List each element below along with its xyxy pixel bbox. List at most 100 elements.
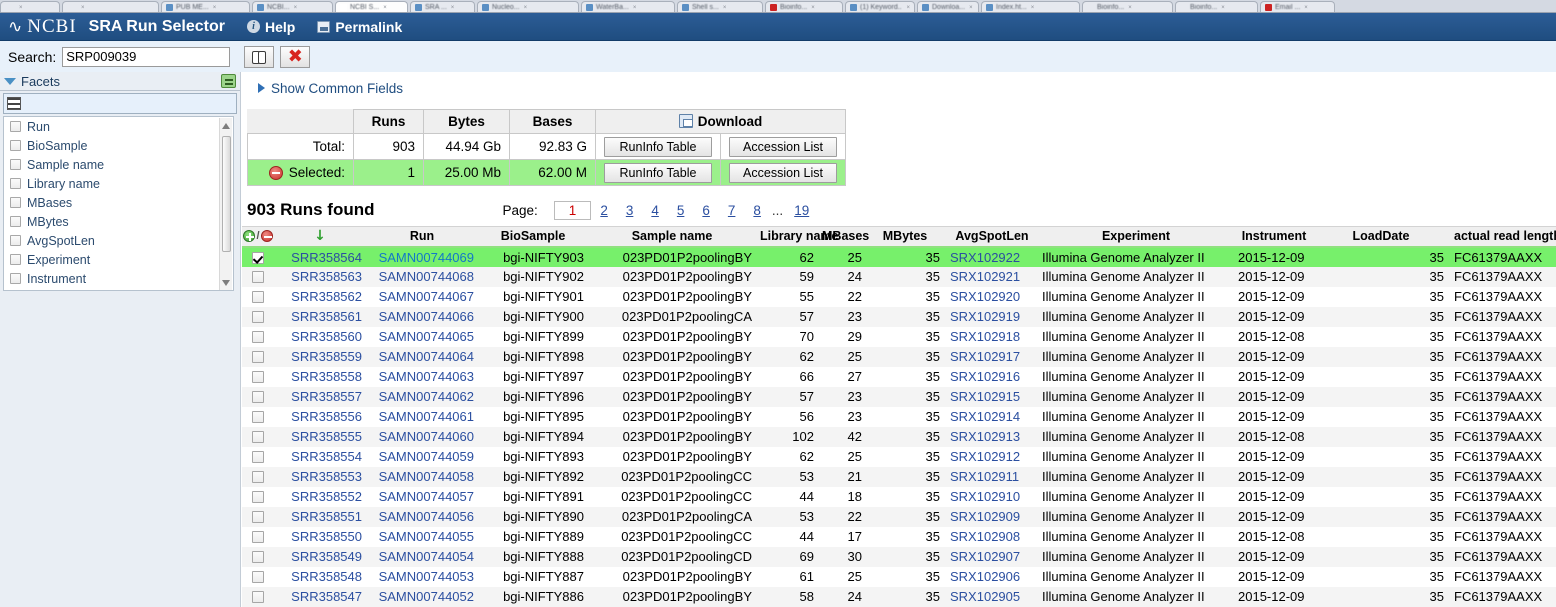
experiment-link[interactable]: SRX102906 — [950, 569, 1020, 584]
table-row[interactable]: SRR358554 SAMN00744059 bgi-NIFTY893 023PD01… — [242, 446, 1556, 467]
table-row[interactable]: SRR358555 SAMN00744060 bgi-NIFTY894 023PD01… — [242, 426, 1556, 447]
run-link[interactable]: SRR358549 — [291, 549, 362, 564]
run-link[interactable]: SRR358547 — [291, 589, 362, 604]
facet-checkbox[interactable] — [10, 140, 21, 151]
column-header-library-name[interactable]: Library name — [756, 226, 839, 248]
biosample-link[interactable]: SAMN00744059 — [379, 449, 474, 464]
experiment-link[interactable]: SRX102910 — [950, 489, 1020, 504]
show-common-fields-toggle[interactable]: Show Common Fields — [242, 77, 1556, 99]
accession-list-button[interactable]: Accession List — [729, 162, 837, 183]
close-icon[interactable]: × — [906, 5, 910, 11]
column-header-read-length[interactable]: actual read length — [1448, 226, 1556, 248]
page-link[interactable]: 8 — [753, 202, 761, 219]
browser-tab[interactable]: × — [62, 1, 159, 12]
facet-checkbox[interactable] — [10, 216, 21, 227]
biosample-link[interactable]: SAMN00744058 — [379, 469, 474, 484]
table-row[interactable]: SRR358548 SAMN00744053 bgi-NIFTY887 023PD01… — [242, 566, 1556, 587]
column-header-mbases[interactable]: MBases — [818, 226, 869, 248]
row-select-cell[interactable] — [242, 346, 274, 367]
facet-item[interactable]: LoadDate — [4, 288, 233, 290]
search-submit-button[interactable] — [244, 45, 275, 68]
experiment-link[interactable]: SRX102921 — [950, 269, 1020, 284]
facet-item[interactable]: MBytes — [4, 212, 233, 231]
browser-tab[interactable]: Bioinfo... × — [765, 1, 843, 12]
close-icon[interactable]: × — [524, 5, 528, 11]
experiment-link[interactable]: SRX102915 — [950, 389, 1020, 404]
search-input[interactable] — [62, 46, 231, 67]
browser-tab[interactable]: Shell s... × — [677, 1, 763, 12]
column-header-experiment[interactable]: Experiment — [1038, 226, 1234, 248]
experiment-link[interactable]: SRX102912 — [950, 449, 1020, 464]
run-link[interactable]: SRR358554 — [291, 449, 362, 464]
row-select-cell[interactable] — [242, 266, 274, 287]
panel-toggle-icon[interactable] — [221, 74, 236, 88]
close-icon[interactable]: × — [383, 5, 387, 11]
search-clear-button[interactable]: ✖ — [280, 45, 311, 68]
browser-tab[interactable]: × — [0, 1, 60, 12]
row-select-cell[interactable] — [242, 506, 274, 527]
row-checkbox[interactable] — [252, 531, 264, 543]
biosample-link[interactable]: SAMN00744054 — [379, 549, 474, 564]
ncbi-logo[interactable]: ∿ NCBI — [0, 16, 89, 38]
row-checkbox[interactable] — [252, 451, 264, 463]
page-link[interactable]: 7 — [728, 202, 736, 219]
browser-tab[interactable]: Email ... × — [1260, 1, 1335, 12]
runinfo-table-button[interactable]: RunInfo Table — [604, 162, 712, 183]
biosample-link[interactable]: SAMN00744057 — [379, 489, 474, 504]
row-select-cell[interactable] — [242, 366, 274, 387]
facets-filter-box[interactable] — [3, 93, 237, 114]
experiment-link[interactable]: SRX102919 — [950, 309, 1020, 324]
table-row[interactable]: SRR358547 SAMN00744052 bgi-NIFTY886 023PD01… — [242, 586, 1556, 607]
row-checkbox[interactable] — [252, 251, 264, 264]
facet-checkbox[interactable] — [10, 273, 21, 284]
table-row[interactable]: SRR358556 SAMN00744061 bgi-NIFTY895 023PD01… — [242, 406, 1556, 427]
table-row[interactable]: SRR358559 SAMN00744064 bgi-NIFTY898 023PD01… — [242, 346, 1556, 367]
page-link[interactable]: 2 — [600, 202, 608, 219]
facet-item[interactable]: Experiment — [4, 250, 233, 269]
facet-item[interactable]: BioSample — [4, 136, 233, 155]
biosample-link[interactable]: SAMN00744056 — [379, 509, 474, 524]
row-select-cell[interactable] — [242, 286, 274, 307]
close-icon[interactable]: × — [1031, 5, 1035, 11]
experiment-link[interactable]: SRX102907 — [950, 549, 1020, 564]
row-checkbox[interactable] — [252, 431, 264, 443]
page-link[interactable]: 3 — [626, 202, 634, 219]
biosample-link[interactable]: SAMN00744060 — [379, 429, 474, 444]
row-checkbox[interactable] — [252, 311, 264, 323]
facet-checkbox[interactable] — [10, 159, 21, 170]
facet-item[interactable]: Library name — [4, 174, 233, 193]
table-row[interactable]: SRR358551 SAMN00744056 bgi-NIFTY890 023PD01… — [242, 506, 1556, 527]
last-page-link[interactable]: 19 — [794, 202, 809, 219]
biosample-link[interactable]: SAMN00744066 — [379, 309, 474, 324]
row-checkbox[interactable] — [252, 351, 264, 363]
row-checkbox[interactable] — [252, 591, 264, 603]
biosample-link[interactable]: SAMN00744052 — [379, 589, 474, 604]
experiment-link[interactable]: SRX102914 — [950, 409, 1020, 424]
run-link[interactable]: SRR358556 — [291, 409, 362, 424]
biosample-link[interactable]: SAMN00744061 — [379, 409, 474, 424]
scroll-down-arrow-icon[interactable] — [222, 280, 230, 286]
table-row[interactable]: SRR358550 SAMN00744055 bgi-NIFTY889 023PD01… — [242, 526, 1556, 547]
row-checkbox[interactable] — [252, 331, 264, 343]
facet-checkbox[interactable] — [10, 235, 21, 246]
experiment-link[interactable]: SRX102920 — [950, 289, 1020, 304]
plus-circle-icon[interactable] — [243, 230, 256, 243]
table-row[interactable]: SRR358552 SAMN00744057 bgi-NIFTY891 023PD01… — [242, 486, 1556, 507]
facet-checkbox[interactable] — [10, 197, 21, 208]
browser-tab[interactable]: SRA ... × — [410, 1, 475, 12]
biosample-link[interactable]: SAMN00744068 — [379, 269, 474, 284]
run-link[interactable]: SRR358551 — [291, 509, 362, 524]
run-link[interactable]: SRR358552 — [291, 489, 362, 504]
close-icon[interactable]: × — [723, 5, 727, 11]
run-link[interactable]: SRR358560 — [291, 329, 362, 344]
experiment-link[interactable]: SRX102916 — [950, 369, 1020, 384]
browser-tab-strip[interactable]: × × PUB ME... × NCBI... × NCBI S... × SRA ... × Nu… — [0, 0, 1556, 13]
close-icon[interactable]: × — [451, 5, 455, 11]
facet-item[interactable]: Sample name — [4, 155, 233, 174]
run-link[interactable]: SRR358550 — [291, 529, 362, 544]
browser-tab[interactable]: WaterBa... × — [581, 1, 675, 12]
facet-checkbox[interactable] — [10, 178, 21, 189]
facet-item[interactable]: MBases — [4, 193, 233, 212]
browser-tab[interactable]: Nucleo... × — [477, 1, 579, 12]
runinfo-table-button[interactable]: RunInfo Table — [604, 136, 712, 157]
